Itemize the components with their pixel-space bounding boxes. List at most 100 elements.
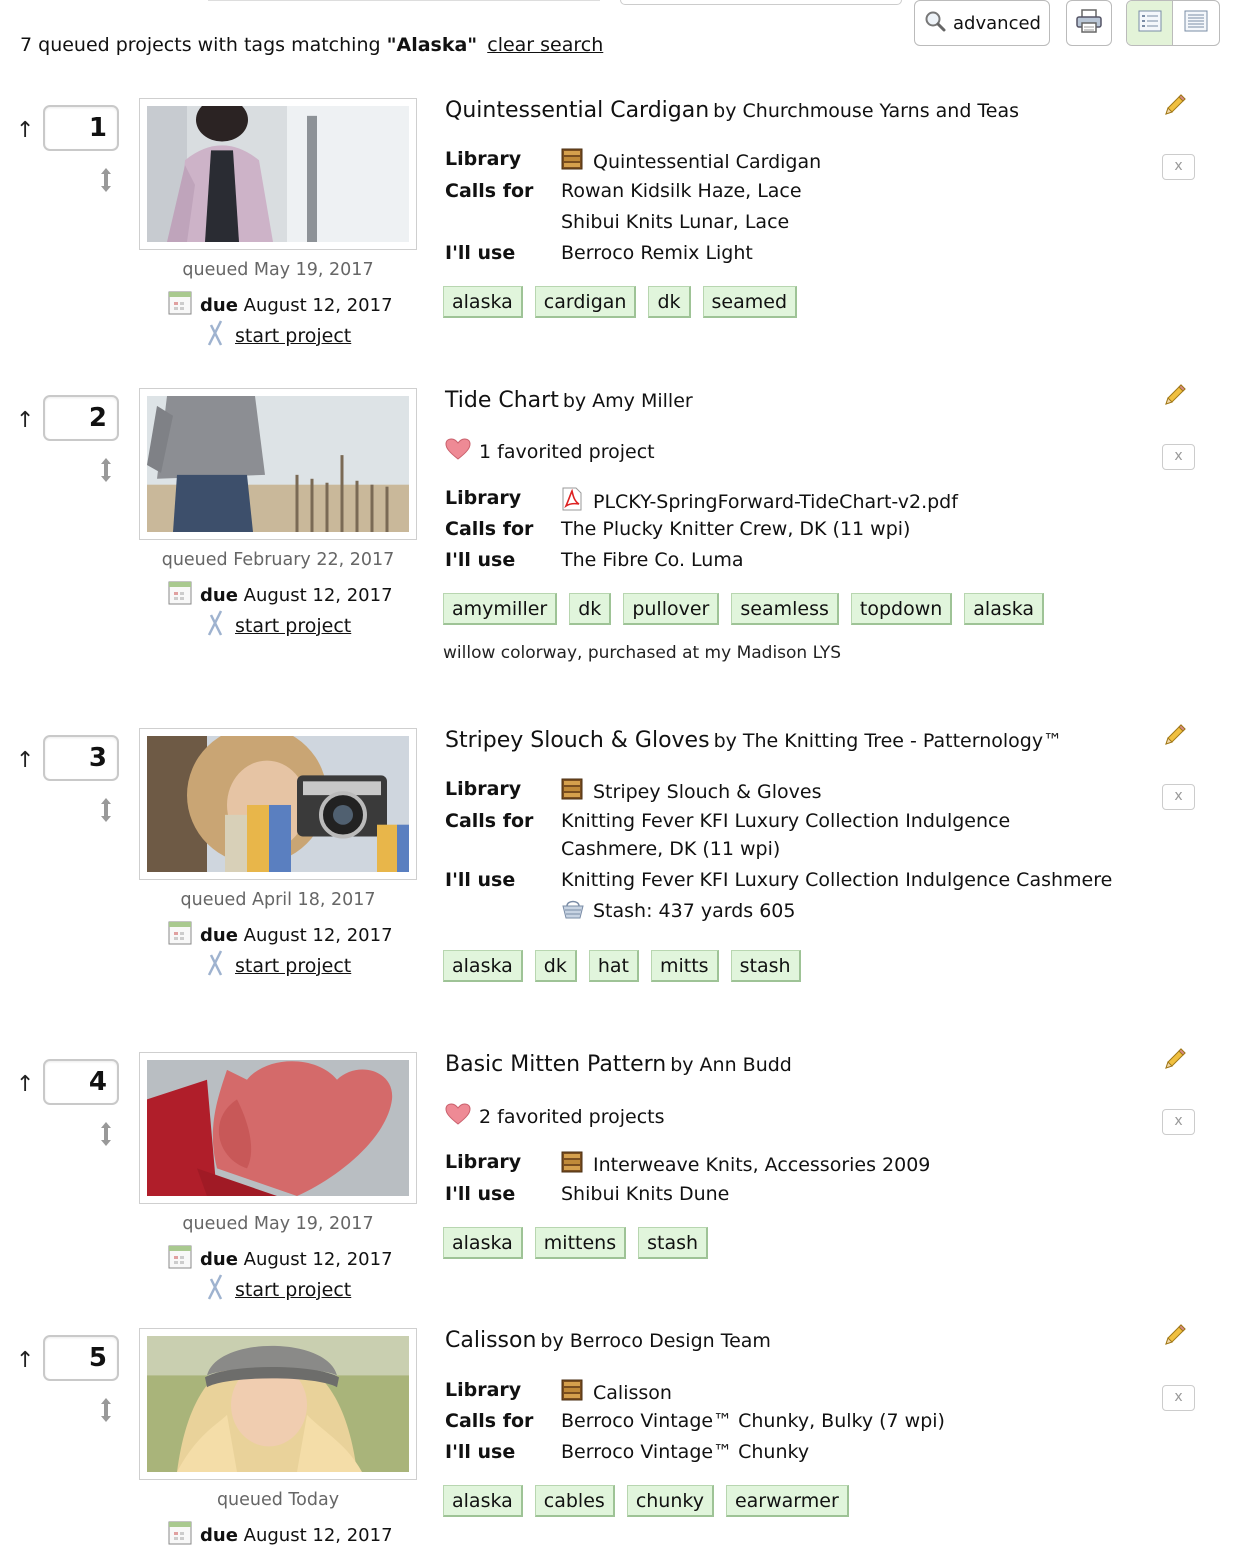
library-value[interactable]: Interweave Knits, Accessories 2009 (593, 1154, 930, 1176)
tag[interactable]: pullover (623, 593, 720, 625)
designer-name[interactable]: by Churchmouse Yarns and Teas (713, 100, 1019, 122)
start-project-link[interactable]: start project (235, 325, 351, 347)
edit-pencil-icon[interactable] (1162, 1322, 1188, 1348)
library-value[interactable]: Quintessential Cardigan (593, 151, 821, 173)
calls-for-value[interactable]: Rowan Kidsilk Haze, Lace (561, 180, 802, 202)
calls-for-value[interactable]: Berroco Vintage™ Chunky, Bulky (7 wpi) (561, 1410, 945, 1432)
calendar-icon (168, 1521, 192, 1550)
designer-name[interactable]: by Ann Budd (670, 1054, 792, 1076)
remove-button[interactable]: x (1162, 784, 1195, 810)
queued-date: queued May 19, 2017 (182, 1214, 374, 1234)
move-top-arrow-icon[interactable]: ↑ (16, 118, 34, 143)
tag[interactable]: chunky (626, 1485, 714, 1517)
pattern-photo[interactable] (139, 726, 417, 880)
designer-name[interactable]: by The Knitting Tree - Patternology™ (714, 730, 1063, 752)
remove-button[interactable]: x (1162, 154, 1195, 180)
start-project-link[interactable]: start project (235, 955, 351, 977)
tag[interactable]: mitts (651, 950, 719, 982)
tag-list: alaska cables chunky earwarmer (443, 1485, 849, 1517)
tag[interactable]: amymiller (443, 593, 558, 625)
move-top-arrow-icon[interactable]: ↑ (16, 748, 34, 773)
position-input[interactable]: 3 (43, 735, 119, 781)
pattern-name-link[interactable]: Calisson (445, 1328, 536, 1353)
tag[interactable]: alaska (443, 286, 523, 318)
calls-for-label: Calls for (445, 810, 534, 832)
calls-for-value[interactable]: Knitting Fever KFI Luxury Collection Ind… (561, 810, 1010, 832)
move-top-arrow-icon[interactable]: ↑ (16, 1072, 34, 1097)
pattern-photo[interactable] (139, 1052, 417, 1204)
pattern-photo[interactable] (139, 1328, 417, 1480)
list-view-button[interactable] (1127, 1, 1173, 45)
library-value[interactable]: Calisson (593, 1382, 672, 1404)
tag[interactable]: hat (588, 950, 639, 982)
remove-button[interactable]: x (1162, 444, 1195, 470)
move-top-arrow-icon[interactable]: ↑ (16, 408, 34, 433)
tag[interactable]: dk (569, 593, 612, 625)
tag[interactable]: dk (648, 286, 691, 318)
due-date: due August 12, 2017 (168, 1521, 393, 1550)
pattern-photo[interactable] (139, 98, 417, 250)
knitting-needles-icon (205, 320, 225, 351)
edit-pencil-icon[interactable] (1162, 92, 1188, 118)
favorites-count[interactable]: 1 favorited project (445, 438, 655, 465)
compact-view-button[interactable] (1173, 1, 1219, 45)
tag[interactable]: seamless (731, 593, 839, 625)
ill-use-value[interactable]: Knitting Fever KFI Luxury Collection Ind… (561, 869, 1112, 891)
tag[interactable]: cardigan (534, 286, 637, 318)
edit-pencil-icon[interactable] (1162, 722, 1188, 748)
position-input[interactable]: 4 (43, 1059, 119, 1105)
designer-name[interactable]: by Berroco Design Team (540, 1330, 771, 1352)
pattern-name-link[interactable]: Quintessential Cardigan (445, 98, 709, 123)
pattern-name-link[interactable]: Basic Mitten Pattern (445, 1052, 666, 1077)
drag-handle-icon[interactable] (96, 1396, 116, 1424)
tag[interactable]: alaska (443, 950, 523, 982)
print-button[interactable] (1066, 0, 1112, 46)
remove-button[interactable]: x (1162, 1385, 1195, 1411)
favorites-count[interactable]: 2 favorited projects (445, 1103, 665, 1130)
calls-for-value[interactable]: The Plucky Knitter Crew, DK (11 wpi) (561, 518, 910, 540)
tag[interactable]: earwarmer (725, 1485, 849, 1517)
drag-handle-icon[interactable] (96, 456, 116, 484)
clear-search-link[interactable]: clear search (487, 34, 603, 56)
tag[interactable]: alaska (443, 1485, 523, 1517)
edit-pencil-icon[interactable] (1162, 382, 1188, 408)
pattern-name-link[interactable]: Tide Chart (445, 388, 559, 413)
library-row: Library Calisson (445, 1379, 672, 1406)
ill-use-value[interactable]: Shibui Knits Dune (561, 1183, 729, 1205)
edit-pencil-icon[interactable] (1162, 1046, 1188, 1072)
drag-handle-icon[interactable] (96, 796, 116, 824)
tag[interactable]: mittens (534, 1227, 627, 1259)
position-input[interactable]: 5 (43, 1335, 119, 1381)
ill-use-value[interactable]: Berroco Vintage™ Chunky (561, 1441, 809, 1463)
library-value[interactable]: Stripey Slouch & Gloves (593, 781, 821, 803)
designer-name[interactable]: by Amy Miller (563, 390, 693, 412)
library-value[interactable]: PLCKY-SpringForward-TideChart-v2.pdf (593, 491, 958, 513)
queued-date: queued Today (216, 1490, 340, 1510)
position-input[interactable]: 1 (43, 105, 119, 151)
tag[interactable]: alaska (443, 1227, 523, 1259)
ill-use-value[interactable]: Berroco Remix Light (561, 242, 753, 264)
pattern-photo[interactable] (139, 388, 417, 540)
drag-handle-icon[interactable] (96, 1120, 116, 1148)
stash-row[interactable]: Stash: 437 yards 605 (561, 897, 795, 924)
tag[interactable]: cables (534, 1485, 615, 1517)
calls-for-value[interactable]: Cashmere, DK (11 wpi) (561, 838, 780, 860)
move-top-arrow-icon[interactable]: ↑ (16, 1348, 34, 1373)
search-box-bottom[interactable] (620, 0, 902, 5)
start-project-link[interactable]: start project (235, 615, 351, 637)
tag[interactable]: seamed (702, 286, 798, 318)
ill-use-value[interactable]: The Fibre Co. Luma (561, 549, 743, 571)
pattern-name-link[interactable]: Stripey Slouch & Gloves (445, 728, 710, 753)
calls-for-value[interactable]: Shibui Knits Lunar, Lace (561, 211, 789, 233)
tag[interactable]: topdown (850, 593, 953, 625)
remove-button[interactable]: x (1162, 1109, 1195, 1135)
tag[interactable]: dk (534, 950, 577, 982)
advanced-search-button[interactable]: advanced (914, 0, 1050, 46)
tag[interactable]: stash (638, 1227, 709, 1259)
due-value: August 12, 2017 (243, 925, 393, 946)
drag-handle-icon[interactable] (96, 166, 116, 194)
tag[interactable]: alaska (964, 593, 1045, 625)
tag[interactable]: stash (730, 950, 801, 982)
start-project-link[interactable]: start project (235, 1279, 351, 1301)
position-input[interactable]: 2 (43, 395, 119, 441)
